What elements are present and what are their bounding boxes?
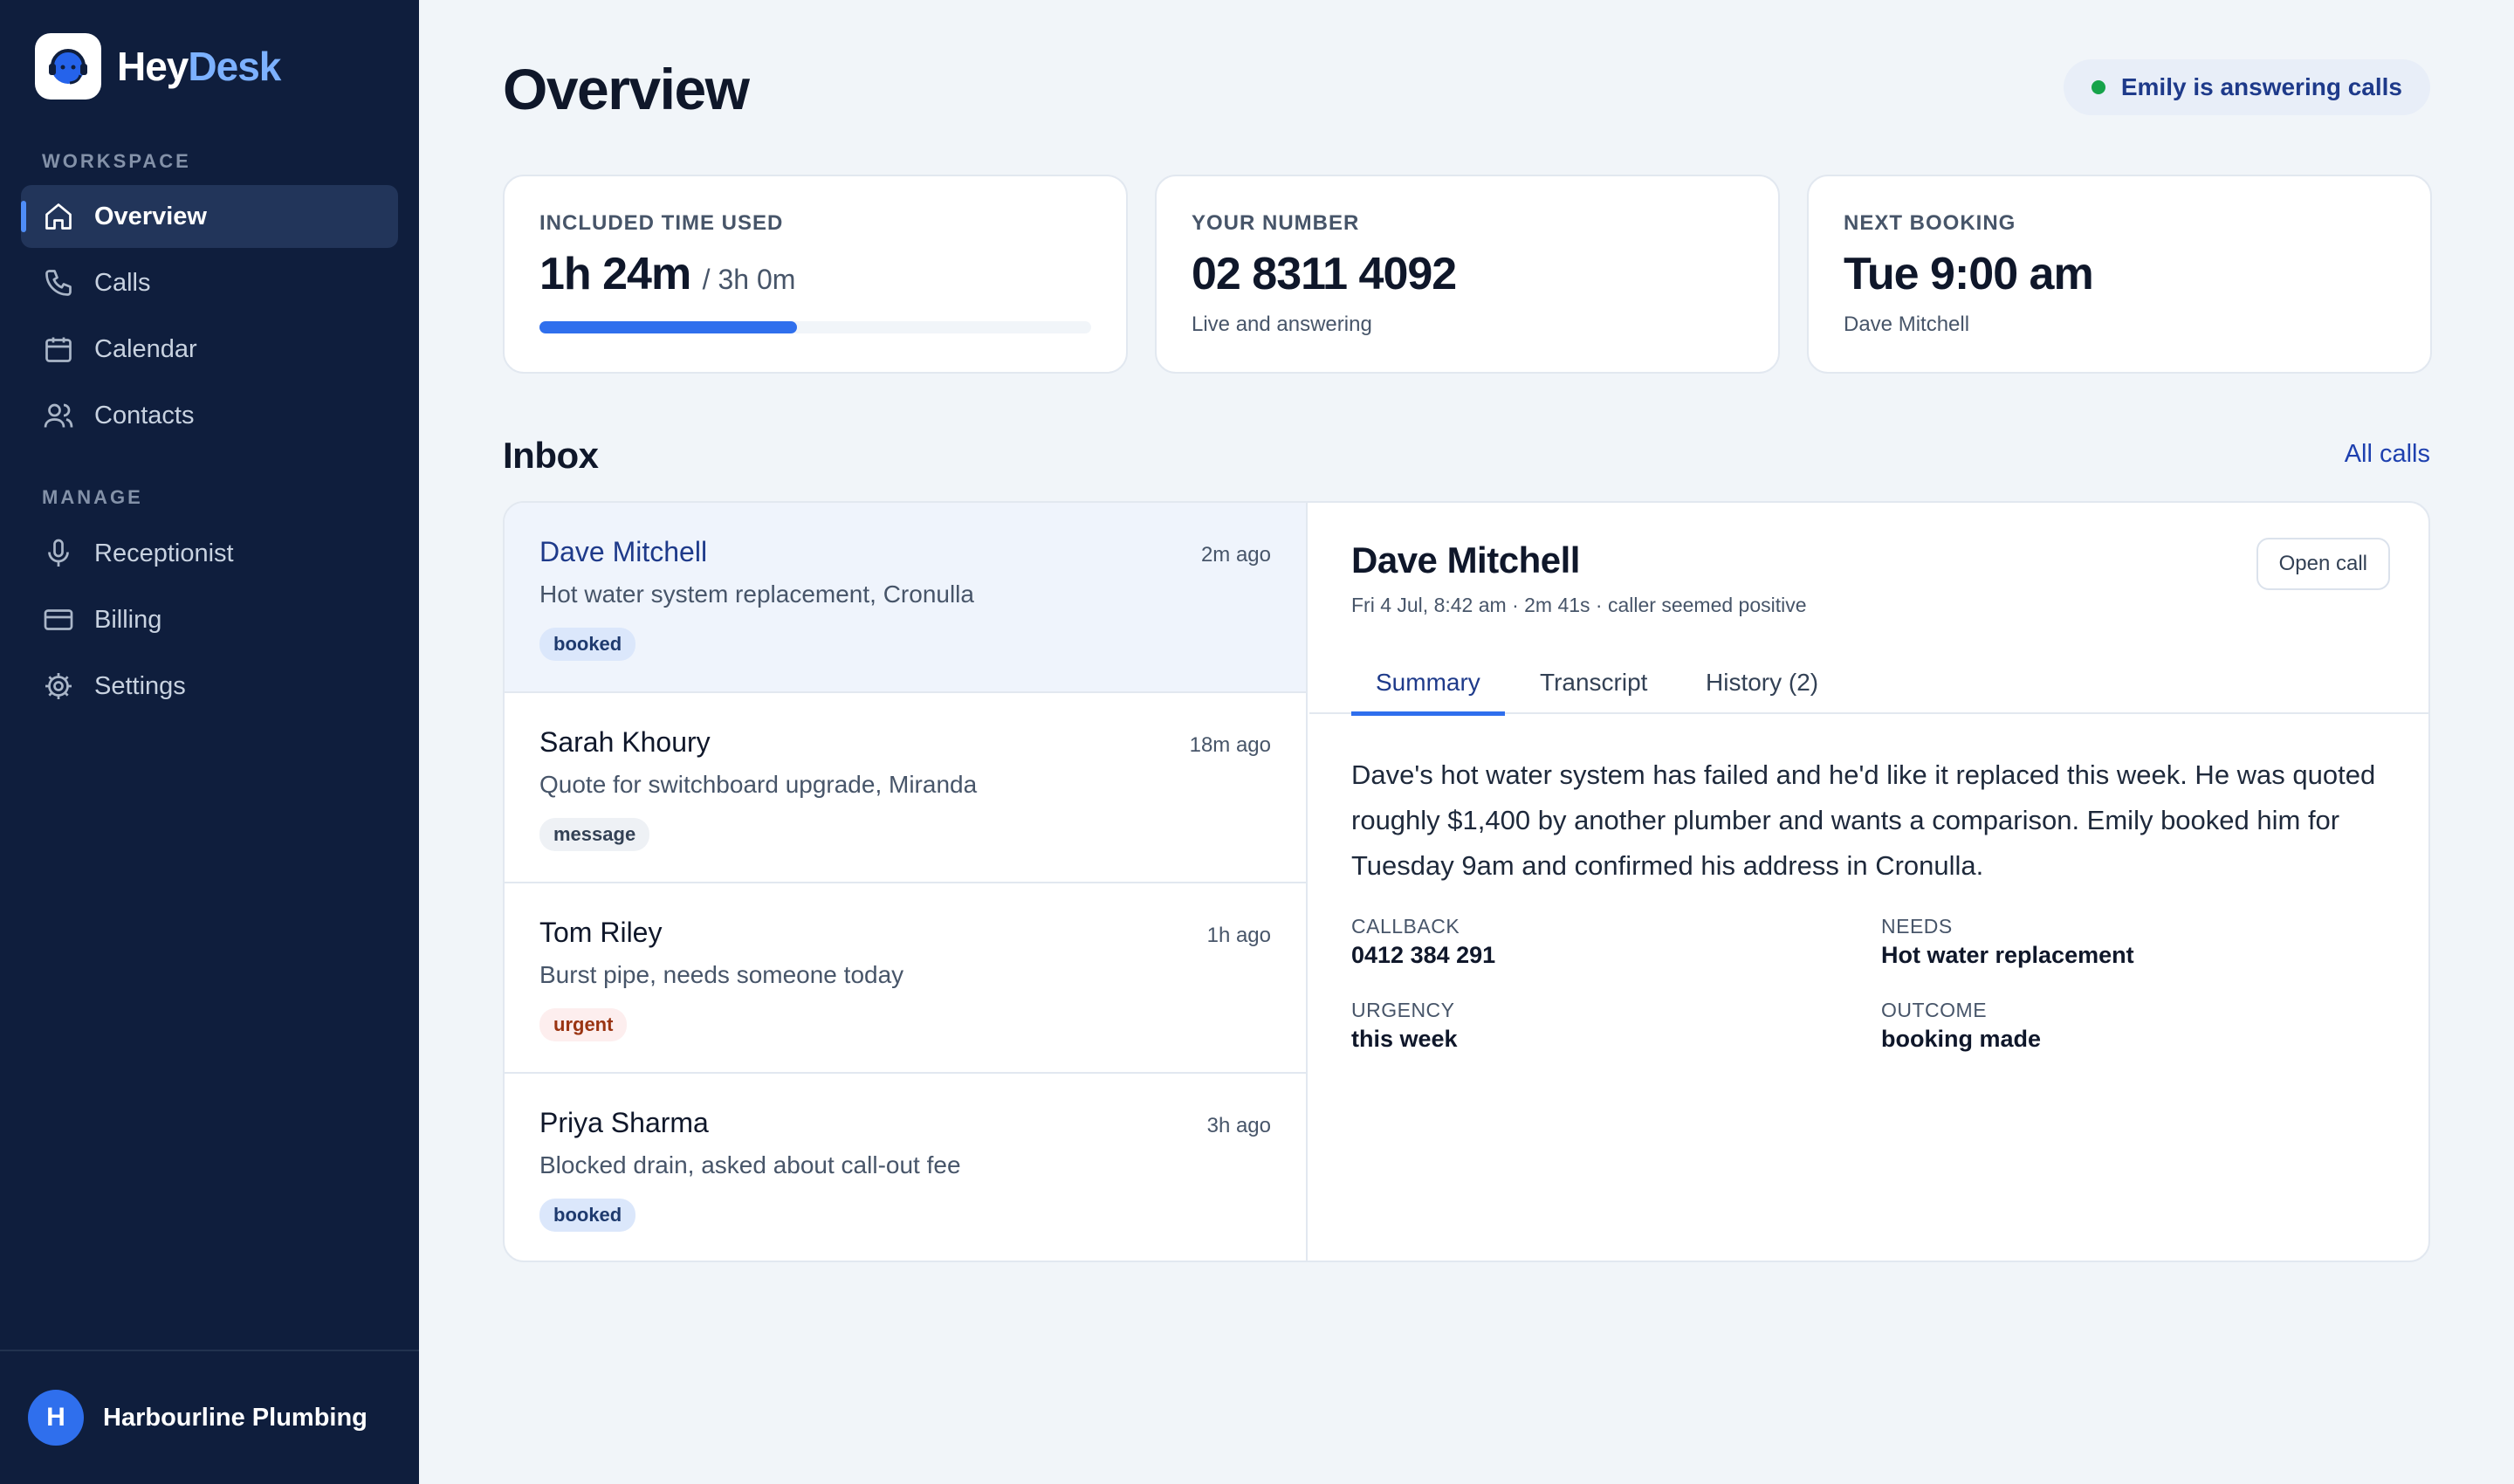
caller-name: Tom Riley (539, 917, 663, 948)
needs-field: NEEDS Hot water replacement (1881, 915, 2134, 969)
brand[interactable]: HeyDesk (35, 33, 281, 100)
sidebar-item-settings[interactable]: Settings (21, 655, 398, 718)
sidebar-item-calls[interactable]: Calls (21, 251, 398, 314)
home-icon (42, 200, 75, 233)
sidebar-item-label: Receptionist (94, 539, 234, 567)
call-time: 3h ago (1206, 1114, 1271, 1137)
caller-name: Sarah Khoury (539, 726, 711, 758)
users-icon (42, 399, 75, 432)
call-time: 2m ago (1200, 543, 1271, 567)
sidebar-item-calendar[interactable]: Calendar (21, 318, 398, 381)
time-included-value: / 3h 0m (702, 264, 796, 295)
sidebar-item-label: Overview (94, 202, 207, 230)
card-label: NEXT BOOKING (1844, 211, 2016, 235)
calendar-icon (42, 333, 75, 366)
status-badge: booked (539, 628, 636, 661)
call-summary: Blocked drain, asked about call-out fee (539, 1151, 961, 1178)
tab-summary[interactable]: Summary (1351, 651, 1505, 716)
sidebar-item-label: Calendar (94, 334, 197, 363)
credit-card-icon (42, 603, 75, 636)
manage-section-label: MANAGE (42, 486, 143, 508)
sidebar-item-label: Contacts (94, 401, 195, 429)
field-label: NEEDS (1881, 915, 1953, 938)
status-badge: booked (539, 1199, 636, 1232)
all-calls-link[interactable]: All calls (2345, 440, 2430, 469)
call-summary: Burst pipe, needs someone today (539, 961, 904, 988)
time-used-card: INCLUDED TIME USED 1h 24m / 3h 0m (503, 175, 1128, 374)
inbox-title: Inbox (503, 435, 599, 476)
time-used-progress-fill (539, 321, 798, 333)
tab-history[interactable]: History (2) (1706, 651, 1818, 714)
caller-name: Priya Sharma (539, 1107, 709, 1138)
sidebar-item-label: Settings (94, 671, 186, 700)
microphone-icon (42, 537, 75, 570)
caller-name: Dave Mitchell (539, 536, 708, 567)
field-label: CALLBACK (1351, 915, 1460, 938)
sidebar-item-label: Calls (94, 268, 151, 297)
call-time: 18m ago (1189, 733, 1271, 757)
call-summary: Hot water system replacement, Cronulla (539, 581, 974, 608)
card-label: INCLUDED TIME USED (539, 211, 784, 235)
urgency-field: URGENCY this week (1351, 999, 1458, 1053)
sidebar-item-billing[interactable]: Billing (21, 588, 398, 651)
org-name: Harbourline Plumbing (103, 1403, 367, 1432)
call-list: Dave Mitchell 2m ago Hot water system re… (505, 503, 1308, 1261)
status-text: Emily is answering calls (2120, 73, 2402, 100)
field-value: Hot water replacement (1881, 942, 2134, 968)
brand-name-part2: Desk (188, 44, 281, 89)
next-booking-value: Tue 9:00 am (1844, 249, 2094, 299)
tab-transcript[interactable]: Transcript (1540, 651, 1647, 714)
brand-name-part1: Hey (117, 44, 189, 89)
sidebar-item-overview[interactable]: Overview (21, 185, 398, 248)
list-item[interactable]: Tom Riley 1h ago Burst pipe, needs someo… (505, 883, 1306, 1074)
call-summary-text: Dave's hot water system has failed and h… (1351, 759, 2376, 881)
callback-field: CALLBACK 0412 384 291 (1351, 915, 1495, 969)
list-item[interactable]: Priya Sharma 3h ago Blocked drain, asked… (505, 1074, 1306, 1261)
avatar: H (28, 1390, 84, 1446)
receptionist-status-badge[interactable]: Emily is answering calls (2063, 59, 2430, 115)
sidebar: HeyDesk WORKSPACE Overview Calls Calenda… (0, 0, 419, 1484)
next-booking-card: NEXT BOOKING Tue 9:00 am Dave Mitchell (1807, 175, 2432, 374)
brand-name: HeyDesk (117, 43, 281, 90)
status-dot-icon (2091, 80, 2105, 94)
page-title: Overview (503, 57, 750, 121)
sidebar-item-receptionist[interactable]: Receptionist (21, 522, 398, 585)
field-value: 0412 384 291 (1351, 942, 1496, 968)
call-detail: Dave Mitchell Fri 4 Jul, 8:42 am · 2m 41… (1309, 503, 2428, 1261)
status-badge: urgent (539, 1008, 628, 1041)
sidebar-item-contacts[interactable]: Contacts (21, 384, 398, 447)
open-call-button[interactable]: Open call (2256, 538, 2390, 590)
phone-icon (42, 266, 75, 299)
call-time: 1h ago (1206, 924, 1271, 947)
field-value: this week (1351, 1026, 1458, 1052)
workspace-section-label: WORKSPACE (42, 150, 191, 172)
list-item[interactable]: Dave Mitchell 2m ago Hot water system re… (505, 503, 1306, 693)
account-switcher[interactable]: H Harbourline Plumbing (0, 1350, 419, 1484)
card-label: YOUR NUMBER (1192, 211, 1360, 235)
phone-number-value: 02 8311 4092 (1192, 249, 1457, 299)
detail-caller-name: Dave Mitchell (1351, 539, 1580, 581)
phone-number-card: YOUR NUMBER 02 8311 4092 Live and answer… (1155, 175, 1780, 374)
card-subtext: Dave Mitchell (1844, 313, 1970, 336)
card-subtext: Live and answering (1192, 313, 1372, 336)
field-value: booking made (1881, 1026, 2042, 1052)
detail-tabs: Summary Transcript History (2) (1309, 651, 2428, 716)
time-used-progress-bar (539, 321, 1091, 333)
card-value: 1h 24m / 3h 0m (539, 248, 1091, 300)
list-item[interactable]: Sarah Khoury 18m ago Quote for switchboa… (505, 693, 1306, 883)
time-used-value: 1h 24m (539, 249, 691, 299)
call-summary: Quote for switchboard upgrade, Miranda (539, 771, 978, 798)
status-badge: message (539, 818, 650, 851)
field-label: OUTCOME (1881, 999, 1988, 1021)
outcome-field: OUTCOME booking made (1881, 999, 2041, 1053)
detail-meta: Fri 4 Jul, 8:42 am · 2m 41s · caller see… (1351, 594, 1807, 616)
inbox-panel: Dave Mitchell 2m ago Hot water system re… (503, 501, 2430, 1262)
gear-icon (42, 670, 75, 703)
field-label: URGENCY (1351, 999, 1455, 1021)
sidebar-item-label: Billing (94, 605, 162, 634)
headset-logo-icon (35, 33, 101, 100)
